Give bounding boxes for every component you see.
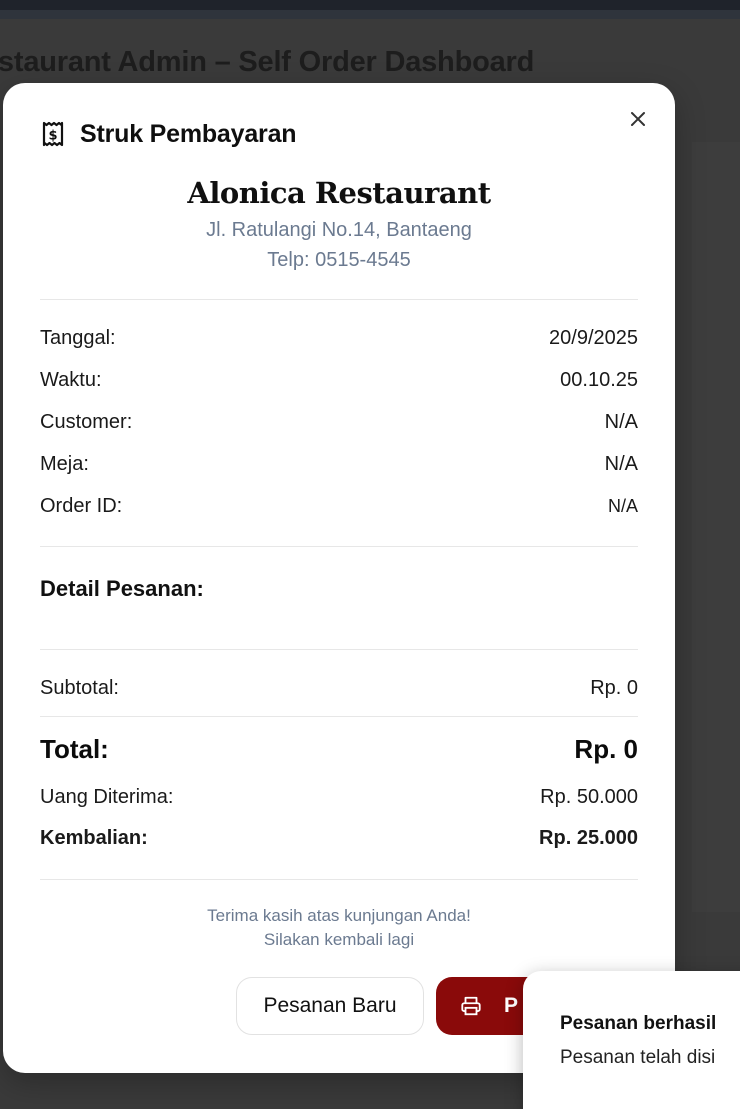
restaurant-name: Alonica Restaurant [187, 176, 491, 210]
divider [40, 879, 638, 880]
info-value: N/A [604, 411, 638, 433]
toast-message: Pesanan telah disi [560, 1047, 716, 1068]
info-label: Tanggal: [40, 327, 116, 349]
thanks-message: Terima kasih atas kunjungan Anda! [207, 906, 471, 925]
restaurant-phone: Telp: 0515-4545 [267, 249, 411, 271]
received-row: Uang Diterima: Rp. 50.000 [40, 786, 638, 809]
divider [40, 299, 638, 300]
new-order-button[interactable]: Pesanan Baru [236, 977, 424, 1035]
received-value: Rp. 50.000 [540, 786, 638, 808]
order-details-title: Detail Pesanan: [40, 576, 204, 601]
thanks-subtext: Silakan kembali lagi [263, 930, 415, 949]
divider [40, 716, 638, 717]
info-row-order-id: Order ID: N/A [40, 495, 638, 518]
change-label: Kembalian: [40, 827, 148, 849]
received-label: Uang Diterima: [40, 786, 174, 808]
info-value: N/A [607, 496, 638, 516]
subtotal-value: Rp. 0 [590, 677, 638, 699]
modal-header: $ Struk Pembayaran [40, 118, 297, 150]
total-row: Total: Rp. 0 [40, 734, 638, 765]
subtotal-label: Subtotal: [40, 677, 119, 699]
info-label: Order ID: [40, 495, 123, 517]
info-row-customer: Customer: N/A [40, 411, 638, 434]
change-row: Kembalian: Rp. 25.000 [40, 827, 638, 850]
printer-icon [461, 996, 481, 1016]
svg-text:$: $ [48, 129, 57, 144]
close-button[interactable] [624, 105, 652, 133]
page-title: estaurant Admin – Self Order Dashboard [0, 46, 535, 78]
print-button-label: P [504, 994, 519, 1017]
total-value: Rp. 0 [574, 734, 638, 764]
total-label: Total: [40, 734, 109, 764]
divider [40, 649, 638, 650]
info-label: Customer: [40, 411, 133, 433]
top-bar-border [0, 10, 740, 19]
info-row-time: Waktu: 00.10.25 [40, 369, 638, 392]
info-row-table: Meja: N/A [40, 453, 638, 476]
info-value: 00.10.25 [560, 369, 638, 391]
change-value: Rp. 25.000 [539, 827, 638, 849]
restaurant-address: Jl. Ratulangi No.14, Bantaeng [206, 219, 472, 241]
modal-title: Struk Pembayaran [80, 119, 297, 148]
background-panel [692, 142, 740, 912]
close-icon [631, 112, 645, 126]
info-value: 20/9/2025 [549, 327, 638, 349]
subtotal-row: Subtotal: Rp. 0 [40, 677, 638, 700]
divider [40, 546, 638, 547]
info-row-date: Tanggal: 20/9/2025 [40, 327, 638, 350]
receipt-icon: $ [42, 121, 64, 147]
info-label: Meja: [40, 453, 89, 475]
info-value: N/A [604, 453, 638, 475]
toast-notification: Pesanan berhasil Pesanan telah disi [523, 971, 740, 1109]
toast-title: Pesanan berhasil [560, 1013, 717, 1034]
info-label: Waktu: [40, 369, 102, 391]
